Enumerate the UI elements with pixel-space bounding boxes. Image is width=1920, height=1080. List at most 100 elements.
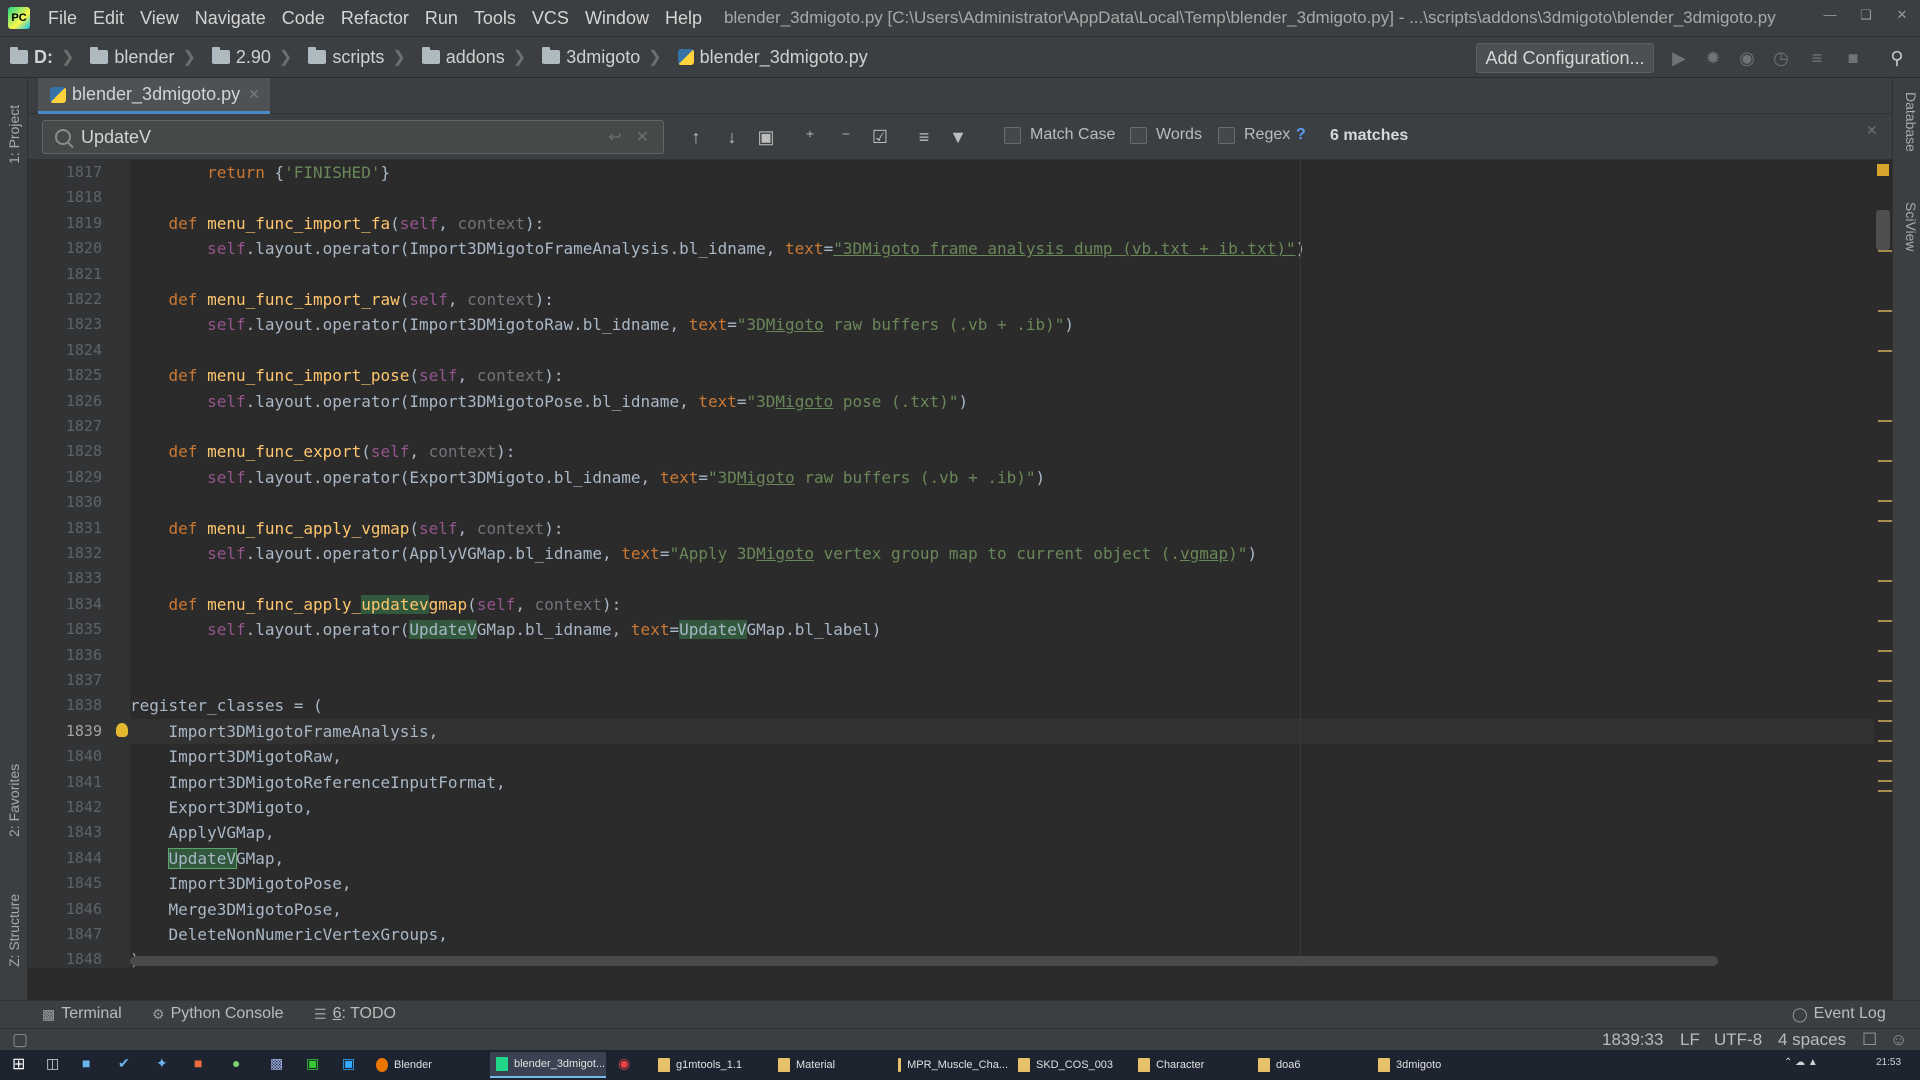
system-tray-icons[interactable]: ⌃ ☁ ▲ <box>1784 1057 1818 1068</box>
vertical-scrollbar-thumb[interactable] <box>1876 210 1890 250</box>
stripe-marker[interactable] <box>1878 350 1892 352</box>
regex-help-link[interactable]: ? <box>1296 126 1306 144</box>
code-line[interactable]: DeleteNonNumericVertexGroups, <box>130 922 1876 947</box>
close-find-bar-icon[interactable]: ✕ <box>1866 122 1878 139</box>
match-case-checkbox[interactable]: Match Case <box>1004 126 1115 144</box>
minimize-icon[interactable]: — <box>1812 0 1848 36</box>
stripe-marker[interactable] <box>1878 760 1892 762</box>
file-encoding[interactable]: UTF-8 <box>1714 1030 1762 1050</box>
intention-bulb-icon[interactable] <box>116 722 128 737</box>
tool-window-sciview[interactable]: SciView <box>1895 202 1919 292</box>
menu-edit[interactable]: Edit <box>85 0 132 36</box>
line-number[interactable]: 1846 <box>56 897 102 922</box>
terminal-tab[interactable]: ▩ Terminal <box>42 1005 122 1023</box>
chrome-icon[interactable]: ◉ <box>618 1055 630 1072</box>
line-number[interactable]: 1835 <box>56 617 102 642</box>
taskbar-item-pycharm[interactable]: blender_3dmigot... <box>490 1052 606 1078</box>
stripe-marker[interactable] <box>1878 780 1892 782</box>
line-number[interactable]: 1830 <box>56 490 102 515</box>
breadcrumb-file[interactable]: blender_3dmigoto.py <box>668 36 874 78</box>
find-in-selection-icon[interactable]: ≡ <box>912 126 936 148</box>
taskbar-item-folder[interactable]: g1mtools_1.1 <box>652 1052 768 1078</box>
breadcrumb-drive[interactable]: D: ❯ <box>0 36 80 78</box>
menu-window[interactable]: Window <box>577 0 657 36</box>
code-line[interactable]: UpdateVGMap, <box>130 846 1876 871</box>
breadcrumb-blender[interactable]: blender ❯ <box>80 36 201 78</box>
line-number[interactable]: 1820 <box>56 236 102 261</box>
line-number[interactable]: 1847 <box>56 922 102 947</box>
stripe-marker[interactable] <box>1878 250 1892 252</box>
menu-help[interactable]: Help <box>657 0 710 36</box>
code-line[interactable]: ApplyVGMap, <box>130 820 1876 845</box>
code-line[interactable]: def menu_func_apply_updatevgmap(self, co… <box>130 592 1876 617</box>
stripe-marker[interactable] <box>1878 310 1892 312</box>
tool-window-favorites[interactable]: 2: Favorites <box>2 748 26 852</box>
next-occurrence-icon[interactable]: ↓ <box>720 126 744 148</box>
line-number[interactable]: 1828 <box>56 439 102 464</box>
toggle-tool-windows-icon[interactable]: ▢ <box>12 1030 28 1050</box>
photoshop-icon[interactable]: ▣ <box>342 1055 355 1072</box>
coverage-icon[interactable]: ◉ <box>1736 47 1758 69</box>
taskbar-item-folder[interactable]: doa6 <box>1252 1052 1368 1078</box>
inspector-icon[interactable]: ☺ <box>1890 1030 1907 1050</box>
stripe-marker[interactable] <box>1878 580 1892 582</box>
search-input[interactable]: UpdateV <box>81 127 608 148</box>
code-line[interactable] <box>130 338 1876 363</box>
line-number[interactable]: 1826 <box>56 389 102 414</box>
taskbar-item-folder[interactable]: 3dmigoto <box>1372 1052 1488 1078</box>
close-tab-icon[interactable]: ✕ <box>248 86 260 103</box>
error-stripe[interactable] <box>1874 160 1892 968</box>
regex-checkbox[interactable]: Regex <box>1218 126 1290 144</box>
search-field[interactable]: UpdateV ↩ ✕ <box>42 120 664 154</box>
previous-occurrence-icon[interactable]: ↑ <box>684 126 708 148</box>
code-line[interactable]: self.layout.operator(Import3DMigotoPose.… <box>130 389 1876 414</box>
line-number[interactable]: 1838 <box>56 693 102 718</box>
code-line[interactable] <box>130 643 1876 668</box>
line-number[interactable]: 1834 <box>56 592 102 617</box>
python-console-tab[interactable]: ⚙ Python Console <box>152 1005 284 1023</box>
select-all-occurrences-icon[interactable]: ☑ <box>868 126 892 148</box>
line-number[interactable]: 1825 <box>56 363 102 388</box>
stripe-marker[interactable] <box>1878 740 1892 742</box>
line-number[interactable]: 1817 <box>56 160 102 185</box>
code-line[interactable] <box>130 414 1876 439</box>
line-number[interactable]: 1848 <box>56 947 102 972</box>
pinned-app-icon[interactable]: ▩ <box>270 1055 283 1072</box>
code-line[interactable] <box>130 566 1876 591</box>
stripe-marker[interactable] <box>1878 460 1892 462</box>
line-number[interactable]: 1844 <box>56 846 102 871</box>
line-number[interactable]: 1829 <box>56 465 102 490</box>
words-checkbox[interactable]: Words <box>1130 126 1202 144</box>
code-line[interactable]: def menu_func_export(self, context): <box>130 439 1876 464</box>
concurrency-icon[interactable]: ≡ <box>1806 47 1828 69</box>
code-line[interactable]: self.layout.operator(UpdateVGMap.bl_idna… <box>130 617 1876 642</box>
line-number[interactable]: 1832 <box>56 541 102 566</box>
menu-code[interactable]: Code <box>274 0 333 36</box>
code-line[interactable]: self.layout.operator(Export3DMigoto.bl_i… <box>130 465 1876 490</box>
taskbar-item-folder[interactable]: Material <box>772 1052 888 1078</box>
pinned-app-icon[interactable]: ■ <box>194 1055 202 1071</box>
code-line[interactable]: Import3DMigotoPose, <box>130 871 1876 896</box>
breadcrumb-3dmigoto[interactable]: 3dmigoto ❯ <box>532 36 667 78</box>
stripe-marker[interactable] <box>1878 500 1892 502</box>
code-line[interactable]: return {'FINISHED'} <box>130 160 1876 185</box>
code-line[interactable] <box>130 490 1876 515</box>
code-line[interactable]: def menu_func_import_raw(self, context): <box>130 287 1876 312</box>
menu-refactor[interactable]: Refactor <box>333 0 417 36</box>
profile-icon[interactable]: ◷ <box>1770 47 1792 69</box>
add-occurrence-icon[interactable]: ⁺ <box>798 126 822 148</box>
breadcrumb-version[interactable]: 2.90 ❯ <box>202 36 298 78</box>
line-number[interactable]: 1819 <box>56 211 102 236</box>
menu-run[interactable]: Run <box>417 0 466 36</box>
tool-window-database[interactable]: Database <box>1895 92 1919 186</box>
line-number[interactable]: 1842 <box>56 795 102 820</box>
stop-icon[interactable]: ■ <box>1842 47 1864 69</box>
line-separator[interactable]: LF <box>1680 1030 1700 1050</box>
wechat-icon[interactable]: ● <box>232 1055 240 1071</box>
taskbar-item-folder[interactable]: SKD_COS_003 <box>1012 1052 1128 1078</box>
pinned-app-icon[interactable]: ✦ <box>156 1055 168 1072</box>
line-number[interactable]: 1836 <box>56 643 102 668</box>
line-number[interactable]: 1824 <box>56 338 102 363</box>
clear-search-icon[interactable]: ✕ <box>636 127 649 147</box>
add-configuration-button[interactable]: Add Configuration... <box>1476 43 1654 73</box>
